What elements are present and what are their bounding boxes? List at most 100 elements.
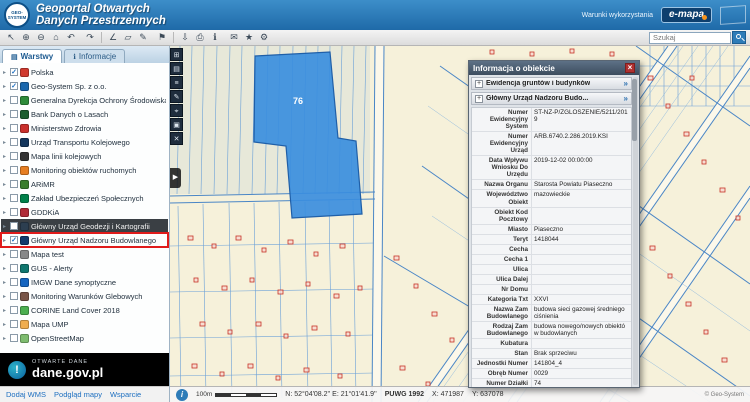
sidebar-layer-osm[interactable]: ▸OpenStreetMap xyxy=(1,331,168,345)
expander-icon[interactable]: ▸ xyxy=(3,195,8,202)
favorites-button[interactable]: ★ xyxy=(242,31,256,44)
scrollbar-thumb[interactable] xyxy=(632,79,637,141)
info-tool-button[interactable]: ℹ xyxy=(208,31,222,44)
crs-label[interactable]: PUWG 1992 xyxy=(385,391,424,398)
map-side-tool-legend[interactable]: ≡ xyxy=(170,76,183,89)
sidebar-layer-gus[interactable]: ▸GUS - Alerty xyxy=(1,261,168,275)
layer-checkbox[interactable] xyxy=(10,278,18,286)
next-view-button[interactable]: ↷ xyxy=(83,31,97,44)
tab-warstwy[interactable]: ▤ Warstwy xyxy=(2,49,62,63)
layer-checkbox[interactable] xyxy=(10,124,18,132)
info-panel-header[interactable]: Informacja o obiekcie × xyxy=(469,61,639,75)
sidebar-layer-gleby[interactable]: ▸Monitoring Warunków Glebowych xyxy=(1,289,168,303)
expander-icon[interactable]: ▸ xyxy=(3,237,8,244)
settings-button[interactable]: ⚙ xyxy=(257,31,271,44)
sidebar-layer-polska[interactable]: ▸Polska xyxy=(1,65,168,79)
contact-button[interactable]: ✉ xyxy=(227,31,241,44)
tab-informacje[interactable]: ℹ Informacje xyxy=(64,49,125,63)
print-button[interactable]: ⎙ xyxy=(193,31,207,44)
sidebar-layer-bdl[interactable]: ▸Bank Danych o Lasach xyxy=(1,107,168,121)
expander-icon[interactable]: ▸ xyxy=(3,153,8,160)
add-wms-link[interactable]: Dodaj WMS xyxy=(6,390,46,399)
map-side-tool-draw[interactable]: ✎ xyxy=(170,90,183,103)
expander-icon[interactable]: ▸ xyxy=(3,181,8,188)
layer-checkbox[interactable] xyxy=(10,250,18,258)
layer-checkbox[interactable] xyxy=(10,208,18,216)
accordion-egib[interactable]: + Ewidencja gruntów i budynków » xyxy=(471,77,632,90)
expander-icon[interactable]: ▸ xyxy=(3,293,8,300)
layer-checkbox[interactable] xyxy=(10,320,18,328)
expander-icon[interactable]: ▸ xyxy=(3,321,8,328)
expander-icon[interactable]: ▸ xyxy=(3,223,8,230)
sidebar-layer-geosystem[interactable]: ▸Geo-System Sp. z o.o. xyxy=(1,79,168,93)
close-icon[interactable]: × xyxy=(625,63,635,73)
measure-length-button[interactable]: ∠ xyxy=(106,31,120,44)
expander-icon[interactable]: ▸ xyxy=(3,279,8,286)
measure-area-button[interactable]: ▱ xyxy=(121,31,135,44)
layer-checkbox[interactable] xyxy=(10,110,18,118)
sidebar-layer-gddkia[interactable]: ▸GDDKiA xyxy=(1,205,168,219)
home-extent-button[interactable]: ⌂ xyxy=(49,31,63,44)
expander-icon[interactable]: ▸ xyxy=(3,125,8,132)
sidebar-layer-arimr[interactable]: ▸ARiMR xyxy=(1,177,168,191)
expander-icon[interactable]: ▸ xyxy=(3,97,8,104)
terms-link[interactable]: Warunki wykorzystania xyxy=(582,12,653,19)
map-side-tool-close[interactable]: ✕ xyxy=(170,132,183,145)
expander-icon[interactable]: ▸ xyxy=(3,335,8,342)
sidebar-collapse-handle[interactable]: ▶ xyxy=(170,168,181,188)
map-side-tool-expand[interactable]: ⊞ xyxy=(170,48,183,61)
layer-checkbox[interactable] xyxy=(10,82,18,90)
marker-button[interactable]: ⚑ xyxy=(155,31,169,44)
layer-checkbox[interactable] xyxy=(10,68,18,76)
accordion-gunb[interactable]: + Główny Urząd Nadzoru Budo... » xyxy=(471,92,632,105)
cadastral-map[interactable]: 76 xyxy=(170,46,750,402)
map-preview-link[interactable]: Podgląd mapy xyxy=(54,390,102,399)
layer-checkbox[interactable] xyxy=(10,138,18,146)
layer-checkbox[interactable] xyxy=(10,334,18,342)
expander-icon[interactable]: ▸ xyxy=(3,209,8,216)
layer-checkbox[interactable] xyxy=(10,222,18,230)
panel-scrollbar[interactable] xyxy=(633,77,638,385)
prev-view-button[interactable]: ↶ xyxy=(64,31,78,44)
expander-icon[interactable]: ▸ xyxy=(3,111,8,118)
emapa-logo[interactable]: e-mapa xyxy=(661,7,712,23)
zoom-out-button[interactable]: ⊖ xyxy=(34,31,48,44)
map-side-tool-center[interactable]: ⌖ xyxy=(170,104,183,117)
expander-icon[interactable]: ▸ xyxy=(3,167,8,174)
sidebar-layer-utk[interactable]: ▸Urząd Transportu Kolejowego xyxy=(1,135,168,149)
sidebar-layer-monitoring[interactable]: ▸Monitoring obiektów ruchomych xyxy=(1,163,168,177)
expander-icon[interactable]: ▸ xyxy=(3,265,8,272)
layer-checkbox[interactable] xyxy=(10,96,18,104)
layer-checkbox[interactable] xyxy=(10,306,18,314)
locate-button[interactable]: i xyxy=(176,389,188,401)
sidebar-layer-ump[interactable]: ▸Mapa UMP xyxy=(1,317,168,331)
dane-gov-banner[interactable]: ! OTWARTE DANE dane.gov.pl xyxy=(0,353,169,386)
expander-icon[interactable]: ▸ xyxy=(3,69,8,76)
layer-checkbox[interactable] xyxy=(10,236,18,244)
sidebar-layer-mapa-test[interactable]: ▸Mapa test xyxy=(1,247,168,261)
layer-checkbox[interactable] xyxy=(10,180,18,188)
layer-checkbox[interactable] xyxy=(10,152,18,160)
expander-icon[interactable]: ▸ xyxy=(3,251,8,258)
sidebar-layer-gugik[interactable]: ▸Główny Urząd Geodezji i Kartografii xyxy=(1,219,168,233)
sidebar-layer-gunb[interactable]: ▸Główny Urząd Nadzoru Budowlanego xyxy=(1,233,168,247)
layer-checkbox[interactable] xyxy=(10,264,18,272)
sidebar-layer-mz[interactable]: ▸Ministerstwo Zdrowia xyxy=(1,121,168,135)
pointer-tool-button[interactable]: ↖ xyxy=(4,31,18,44)
expander-icon[interactable]: ▸ xyxy=(3,307,8,314)
search-input[interactable] xyxy=(649,32,731,44)
map-side-tool-layers[interactable]: ▤ xyxy=(170,62,183,75)
draw-button[interactable]: ✎ xyxy=(136,31,150,44)
zoom-in-button[interactable]: ⊕ xyxy=(19,31,33,44)
expander-icon[interactable]: ▸ xyxy=(3,139,8,146)
sidebar-layer-imgw[interactable]: ▸IMGW Dane synoptyczne xyxy=(1,275,168,289)
layer-checkbox[interactable] xyxy=(10,194,18,202)
sidebar-layer-corine[interactable]: ▸CORINE Land Cover 2018 xyxy=(1,303,168,317)
layer-checkbox[interactable] xyxy=(10,166,18,174)
download-button[interactable]: ⇩ xyxy=(178,31,192,44)
map-side-tool-select[interactable]: ▣ xyxy=(170,118,183,131)
sidebar-layer-koleje[interactable]: ▸Mapa linii kolejowych xyxy=(1,149,168,163)
support-link[interactable]: Wsparcie xyxy=(110,390,141,399)
map-canvas[interactable]: 76 ⊞ ▤ ≡ ✎ ⌖ ▣ ✕ ▶ Informacja o obiekcie… xyxy=(170,46,750,402)
layer-checkbox[interactable] xyxy=(10,292,18,300)
